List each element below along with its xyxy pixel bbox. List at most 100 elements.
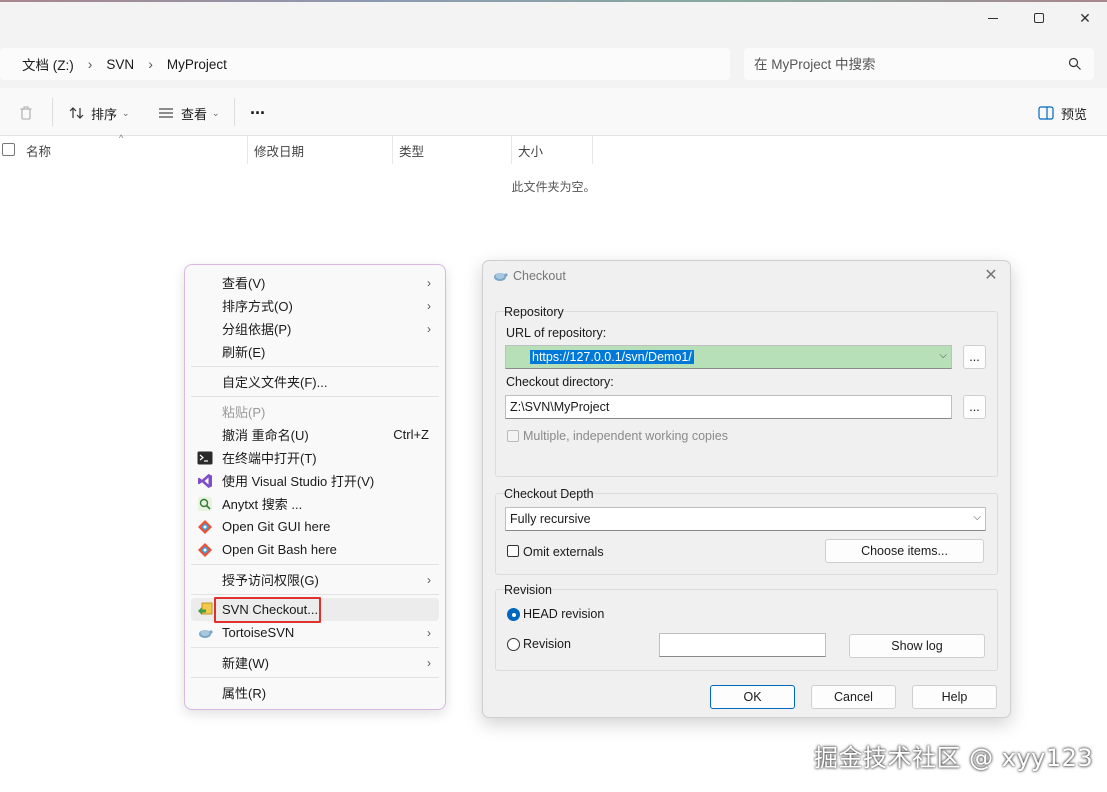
- menu-item-paste: 粘贴(P): [191, 400, 439, 423]
- menu-item-tortoisesvn[interactable]: TortoiseSVN ›: [191, 621, 439, 644]
- visual-studio-icon: [198, 474, 212, 488]
- menu-item-view[interactable]: 查看(V) ›: [191, 271, 439, 294]
- breadcrumb-item-drive[interactable]: 文档 (Z:): [22, 54, 74, 74]
- chevron-down-icon: ⌄: [122, 107, 130, 118]
- menu-item-properties[interactable]: 属性(R): [191, 681, 439, 704]
- menu-item-label: 属性(R): [222, 686, 267, 701]
- menu-separator: [191, 677, 439, 678]
- help-button[interactable]: Help: [912, 685, 997, 709]
- head-revision-radio[interactable]: [507, 608, 520, 621]
- menu-item-open-visual-studio[interactable]: 使用 Visual Studio 打开(V): [191, 469, 439, 492]
- column-modified-label: 修改日期: [254, 144, 305, 159]
- column-size-label: 大小: [518, 144, 544, 159]
- menu-item-label: TortoiseSVN: [222, 625, 295, 640]
- git-bash-icon: [198, 543, 212, 557]
- ok-button[interactable]: OK: [710, 685, 795, 709]
- chevron-right-icon: ›: [427, 625, 431, 640]
- checkout-depth-select[interactable]: Fully recursive ⌵: [505, 507, 986, 531]
- omit-externals-checkbox[interactable]: [507, 545, 519, 557]
- menu-item-label: Anytxt 搜索 ...: [222, 497, 303, 512]
- title-accent-line: [0, 0, 1107, 2]
- menu-item-undo-rename[interactable]: 撤消 重命名(U) Ctrl+Z: [191, 423, 439, 446]
- head-revision-label: HEAD revision: [523, 607, 605, 621]
- select-all-checkbox[interactable]: [2, 143, 15, 156]
- chevron-down-icon[interactable]: ⌵: [939, 350, 947, 361]
- menu-item-anytxt-search[interactable]: Anytxt 搜索 ...: [191, 492, 439, 515]
- preview-pane-icon: [1038, 106, 1054, 120]
- menu-item-git-gui[interactable]: Open Git GUI here: [191, 515, 439, 538]
- menu-item-label: Open Git Bash here: [222, 542, 337, 557]
- view-button[interactable]: 查看 ⌄: [158, 100, 220, 126]
- command-bar: 排序 ⌄ 查看 ⌄ ··· 预览: [0, 88, 1107, 136]
- menu-item-label: 排序方式(O): [222, 299, 293, 314]
- chevron-right-icon: ›: [427, 275, 431, 290]
- revision-number-input[interactable]: [659, 633, 826, 657]
- breadcrumb-item-svn[interactable]: SVN: [106, 57, 134, 72]
- url-label: URL of repository:: [506, 326, 607, 340]
- menu-item-label: 在终端中打开(T): [222, 451, 317, 466]
- checkout-depth-value: Fully recursive: [510, 512, 591, 526]
- column-type-label: 类型: [399, 144, 425, 159]
- menu-item-label: 授予访问权限(G): [222, 573, 319, 588]
- menu-separator: [191, 396, 439, 397]
- menu-item-customize-folder[interactable]: 自定义文件夹(F)...: [191, 370, 439, 393]
- context-menu: 查看(V) › 排序方式(O) › 分组依据(P) › 刷新(E) 自定义文件夹(F)…: [184, 264, 446, 710]
- column-size[interactable]: 大小: [512, 136, 593, 164]
- breadcrumb[interactable]: 文档 (Z:) › SVN › MyProject: [0, 48, 730, 80]
- preview-button[interactable]: 预览: [1038, 100, 1087, 126]
- chevron-right-icon: ›: [427, 655, 431, 670]
- close-window-button[interactable]: ✕: [1062, 2, 1107, 34]
- dialog-title: Checkout: [513, 269, 566, 283]
- column-name[interactable]: 名称: [20, 136, 248, 164]
- chevron-right-icon[interactable]: ›: [148, 56, 153, 72]
- menu-item-new[interactable]: 新建(W) ›: [191, 651, 439, 674]
- show-log-button[interactable]: Show log: [849, 634, 985, 658]
- url-combobox[interactable]: https://127.0.0.1/svn/Demo1/ ⌵: [505, 345, 952, 369]
- checkout-dialog: Checkout ✕ Repository URL of repository:…: [482, 260, 1011, 718]
- delete-button[interactable]: [18, 100, 34, 126]
- menu-item-label: 撤消 重命名(U): [222, 428, 309, 443]
- menu-item-label: 使用 Visual Studio 打开(V): [222, 474, 375, 489]
- menu-item-refresh[interactable]: 刷新(E): [191, 340, 439, 363]
- chevron-right-icon[interactable]: ›: [88, 56, 93, 72]
- search-box[interactable]: [744, 48, 1094, 80]
- directory-browse-button[interactable]: ...: [963, 395, 986, 419]
- checkout-directory-input[interactable]: Z:\SVN\MyProject: [505, 395, 952, 419]
- search-icon[interactable]: [1068, 57, 1082, 71]
- chevron-down-icon[interactable]: ⌵: [973, 512, 981, 523]
- chevron-right-icon: ›: [427, 572, 431, 587]
- menu-item-label: 查看(V): [222, 276, 266, 291]
- git-gui-icon: [198, 520, 212, 534]
- menu-separator: [191, 366, 439, 367]
- more-options-button[interactable]: ···: [250, 100, 266, 126]
- preview-label: 预览: [1061, 106, 1088, 122]
- toolbar-separator: [52, 98, 53, 126]
- menu-item-git-bash[interactable]: Open Git Bash here: [191, 538, 439, 561]
- dialog-close-button[interactable]: ✕: [980, 265, 1002, 287]
- omit-externals-label: Omit externals: [523, 545, 604, 559]
- choose-items-button[interactable]: Choose items...: [825, 539, 984, 563]
- checkout-depth-label: Checkout Depth: [504, 487, 594, 501]
- search-input[interactable]: [754, 54, 1054, 74]
- empty-folder-message: 此文件夹为空。: [511, 180, 596, 194]
- menu-item-open-terminal[interactable]: 在终端中打开(T): [191, 446, 439, 469]
- breadcrumb-item-myproject[interactable]: MyProject: [167, 57, 227, 72]
- menu-item-sort-by[interactable]: 排序方式(O) ›: [191, 294, 439, 317]
- sort-button[interactable]: 排序 ⌄: [68, 100, 130, 126]
- close-icon: ✕: [1079, 9, 1091, 26]
- menu-separator: [191, 564, 439, 565]
- menu-item-group-by[interactable]: 分组依据(P) ›: [191, 317, 439, 340]
- cancel-button[interactable]: Cancel: [811, 685, 896, 709]
- multiple-working-copies-checkbox[interactable]: [507, 430, 519, 442]
- column-modified[interactable]: 修改日期: [248, 136, 393, 164]
- terminal-icon: [197, 451, 213, 465]
- column-type[interactable]: 类型: [393, 136, 512, 164]
- maximize-button[interactable]: [1016, 2, 1062, 34]
- menu-item-grant-access[interactable]: 授予访问权限(G) ›: [191, 568, 439, 591]
- multiple-working-copies-label: Multiple, independent working copies: [523, 429, 728, 443]
- minimize-button[interactable]: [970, 2, 1016, 34]
- url-browse-button[interactable]: ...: [963, 345, 986, 369]
- menu-item-shortcut: Ctrl+Z: [393, 427, 429, 442]
- specific-revision-radio[interactable]: [507, 638, 520, 651]
- minimize-icon: [988, 17, 998, 19]
